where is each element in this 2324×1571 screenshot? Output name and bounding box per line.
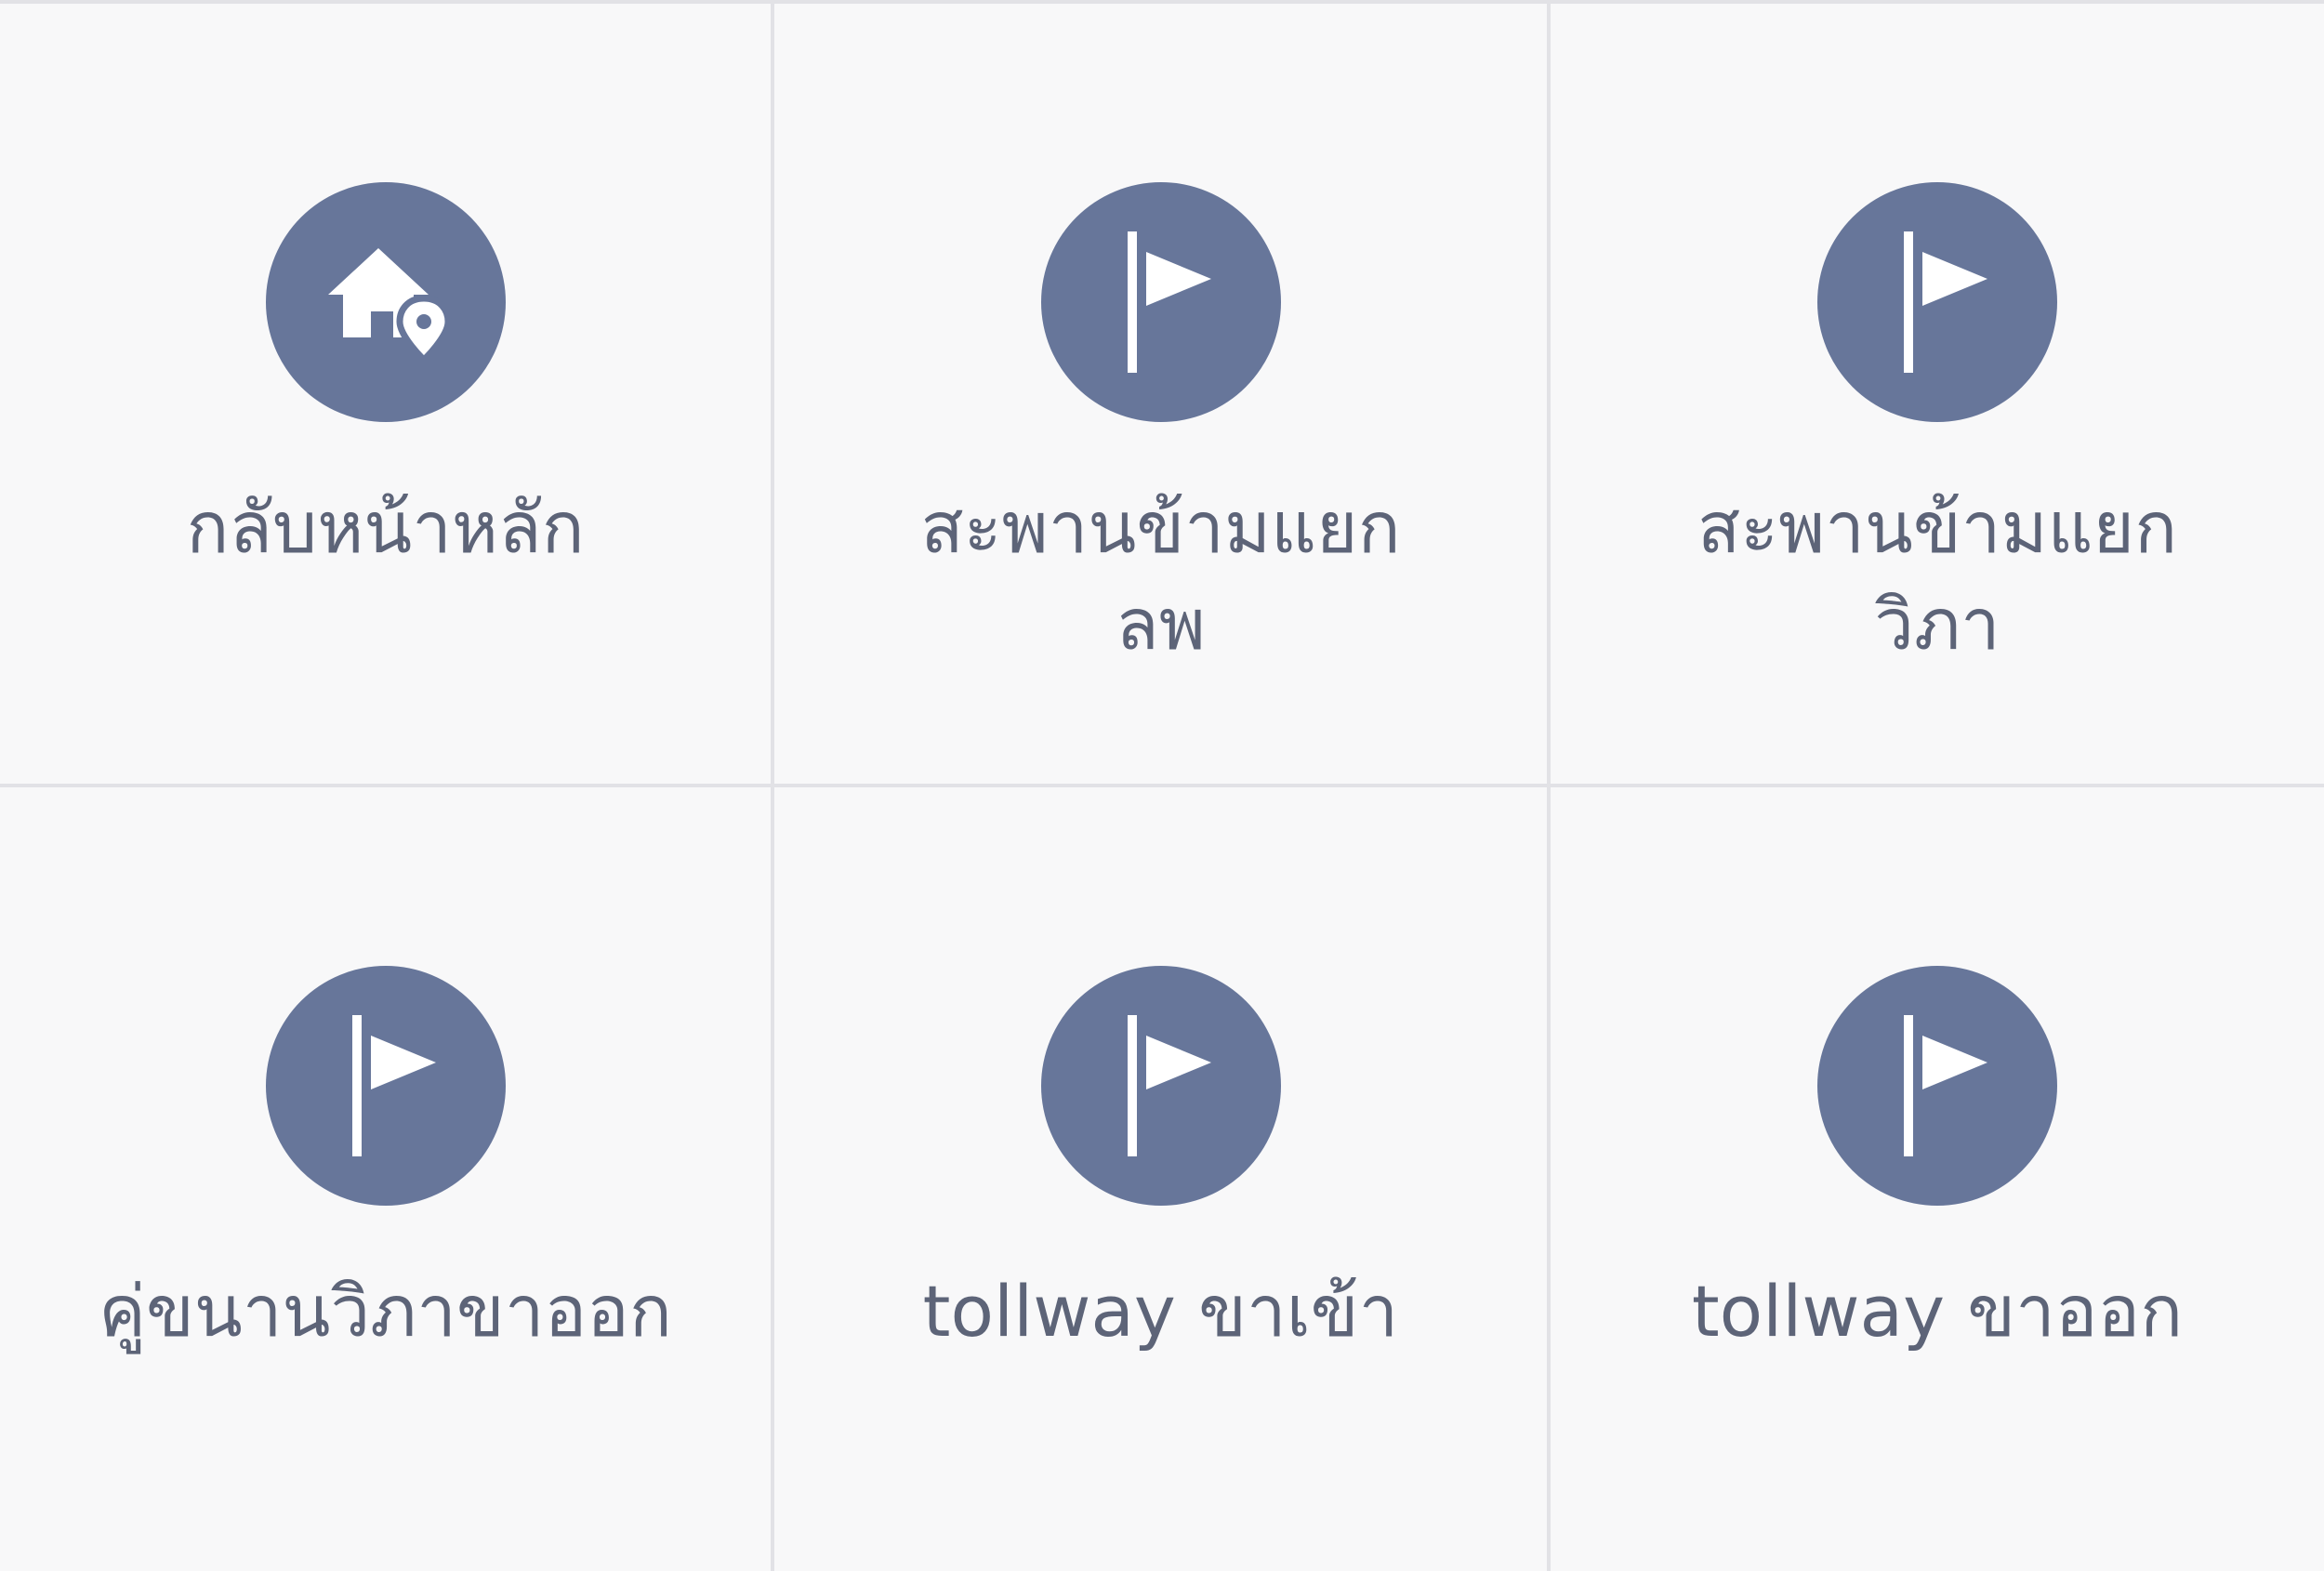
- shortcut-label: สะพานข้ามแยก ลพ: [920, 486, 1401, 666]
- shortcut-tile-flag[interactable]: tollway ขาเข้า: [774, 787, 1551, 1571]
- flag-icon: [1040, 182, 1281, 422]
- shortcut-tile-flag[interactable]: สะพานข้ามแยก ลพ: [774, 4, 1551, 787]
- shortcut-tile-flag[interactable]: สะพานข้ามแยก วิภา: [1551, 4, 2324, 787]
- home-location-icon: [265, 182, 506, 422]
- shortcut-label: tollway ขาเข้า: [922, 1270, 1399, 1353]
- flag-icon: [1040, 966, 1281, 1206]
- shortcut-label: กลับหน้าหลัก: [186, 486, 585, 569]
- shortcut-tile-flag[interactable]: คู่ขนานวิภาขาออก: [0, 787, 774, 1571]
- shortcut-tile-home[interactable]: กลับหน้าหลัก: [0, 4, 774, 787]
- flag-icon: [1817, 182, 2057, 422]
- shortcut-grid: กลับหน้าหลัก สะพานข้ามแยก ลพ สะพานข้ามแย…: [0, 0, 2324, 1571]
- flag-icon: [1817, 966, 2057, 1206]
- flag-icon: [265, 966, 506, 1206]
- shortcut-label: สะพานข้ามแยก วิภา: [1697, 486, 2178, 666]
- shortcut-tile-flag[interactable]: tollway ขาออก: [1551, 787, 2324, 1571]
- shortcut-label: tollway ขาออก: [1691, 1270, 2184, 1353]
- shortcut-label: คู่ขนานวิภาขาออก: [99, 1270, 672, 1353]
